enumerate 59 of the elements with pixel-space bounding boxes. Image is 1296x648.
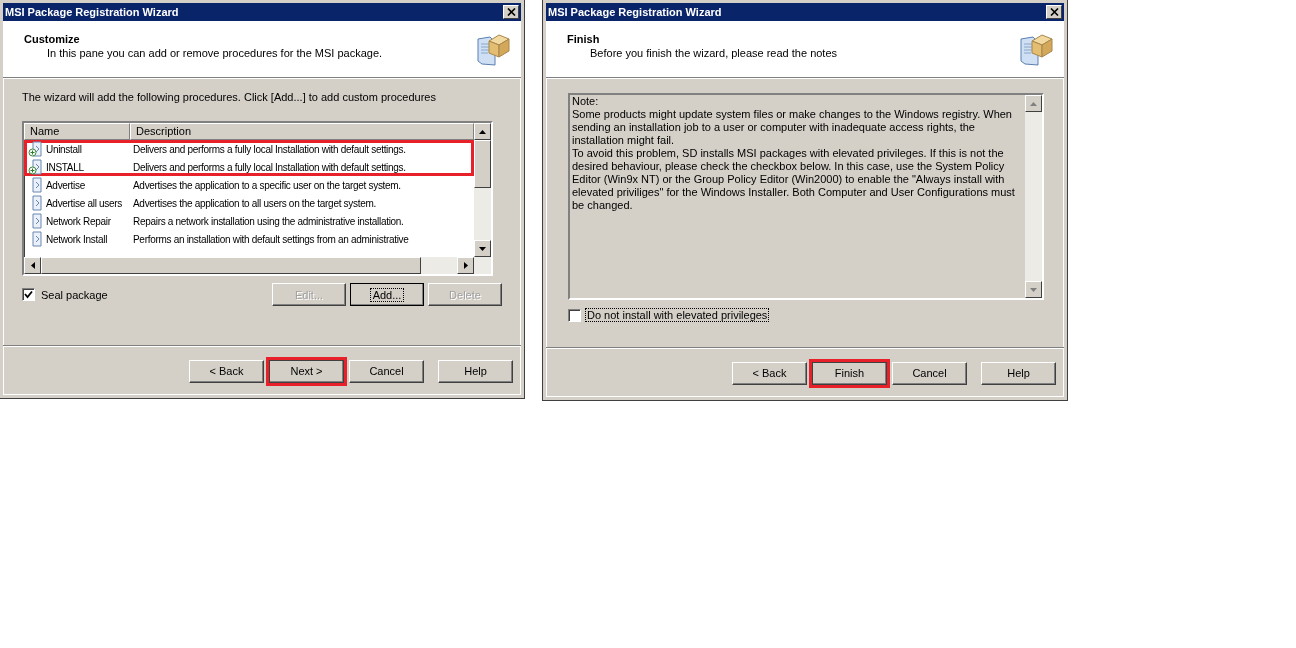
procedure-description: Repairs a network installation using the administrative installation.	[133, 215, 404, 227]
up-arrow-icon	[479, 129, 486, 134]
checkbox[interactable]	[22, 288, 35, 301]
wizard-button[interactable]: Help	[438, 359, 513, 383]
vertical-scrollbar[interactable]	[474, 123, 491, 274]
page-title: Customize	[24, 33, 81, 45]
procedure-description: Delivers and performs a fully local Installation with default settings.	[133, 161, 406, 173]
wizard-button[interactable]: Cancel	[892, 361, 967, 385]
procedure-name: Advertise	[46, 179, 85, 191]
list-row[interactable]: Network Repair Repairs a network installation using the administrative installation.	[24, 212, 474, 230]
down-arrow-icon	[479, 246, 486, 251]
check-icon	[24, 290, 33, 299]
close-button[interactable]	[503, 5, 519, 19]
wizard-button[interactable]: < Back	[732, 361, 807, 385]
column-header[interactable]: Name	[24, 123, 130, 140]
page-subtitle: In this pane you can add or remove procedures for the MSI package.	[46, 47, 383, 59]
list-row[interactable]: Advertise all users Advertises the application to all users on the target system.	[24, 194, 474, 212]
action-button[interactable]: Add...	[350, 283, 424, 306]
procedure-description: Advertises the application to all users on the target system.	[133, 197, 376, 209]
procedure-name: Network Install	[46, 233, 108, 245]
close-icon	[1049, 8, 1059, 16]
wizard-button[interactable]: Cancel	[349, 359, 424, 383]
instruction-text: The wizard will add the following procedures. Click [Add...] to add custom procedures	[22, 91, 437, 105]
checkbox[interactable]	[568, 308, 581, 322]
right-arrow-icon	[463, 262, 468, 269]
procedure-description: Performs an installation with default settings from an administrative	[133, 233, 409, 245]
checkbox-label[interactable]: Do not install with elevated privileges	[585, 308, 770, 322]
page-title: Finish	[567, 33, 601, 45]
wizard-button[interactable]: Finish	[812, 361, 887, 385]
list-row[interactable]: Advertise Advertises the application to a specific user on the target system.	[24, 176, 474, 194]
window-title: MSI Package Registration Wizard	[548, 6, 722, 18]
window-title: MSI Package Registration Wizard	[5, 6, 179, 18]
list-row[interactable]: Network Install Performs an installation with default settings from an administrative	[24, 230, 474, 248]
procedure-name: Network Repair	[46, 215, 111, 227]
procedure-name: Advertise all users	[46, 197, 122, 209]
note-text: Note:	[572, 95, 600, 108]
vertical-scrollbar[interactable]	[1025, 95, 1042, 298]
note-text: Some products might update system files or make changes to the Windows registry. When sending an installation job to a user or computer with inadequate access rights, the installation might fail.	[572, 108, 1013, 147]
wizard-button[interactable]: Next >	[269, 359, 344, 383]
wizard-button[interactable]: < Back	[189, 359, 264, 383]
up-arrow-icon	[1030, 101, 1037, 106]
wizard-button[interactable]: Help	[981, 361, 1056, 385]
procedure-name: Uninstall	[46, 143, 82, 155]
down-arrow-icon	[1030, 287, 1037, 292]
column-header[interactable]: Description	[130, 123, 474, 140]
note-text: To avoid this problem, SD installs MSI packages with elevated privileges. If this is not the desired behaviour, please check the checkbox below. In this case, use the System Policy Editor (Win9x NT) or the Group Policy Editor (Win2000) to enable the "Always install with elevated priviliges" for the Windows Installer. Both Computer and User Configurations must be changed.	[572, 147, 1016, 212]
close-button[interactable]	[1046, 5, 1062, 19]
close-icon	[506, 8, 516, 16]
package-icon	[1018, 31, 1054, 67]
list-row[interactable]: Uninstall Delivers and performs a fully local Installation with default settings.	[24, 140, 474, 158]
checkbox-label[interactable]: Seal package	[39, 287, 110, 302]
horizontal-scrollbar[interactable]	[24, 257, 474, 274]
left-arrow-icon	[30, 262, 35, 269]
procedure-description: Advertises the application to a specific user on the target system.	[133, 179, 401, 191]
list-row[interactable]: INSTALL Delivers and performs a fully local Installation with default settings.	[24, 158, 474, 176]
procedure-name: INSTALL	[46, 161, 84, 173]
package-icon	[475, 31, 511, 67]
procedure-description: Delivers and performs a fully local Installation with default settings.	[133, 143, 406, 155]
page-subtitle: Before you finish the wizard, please read the notes	[589, 47, 838, 59]
